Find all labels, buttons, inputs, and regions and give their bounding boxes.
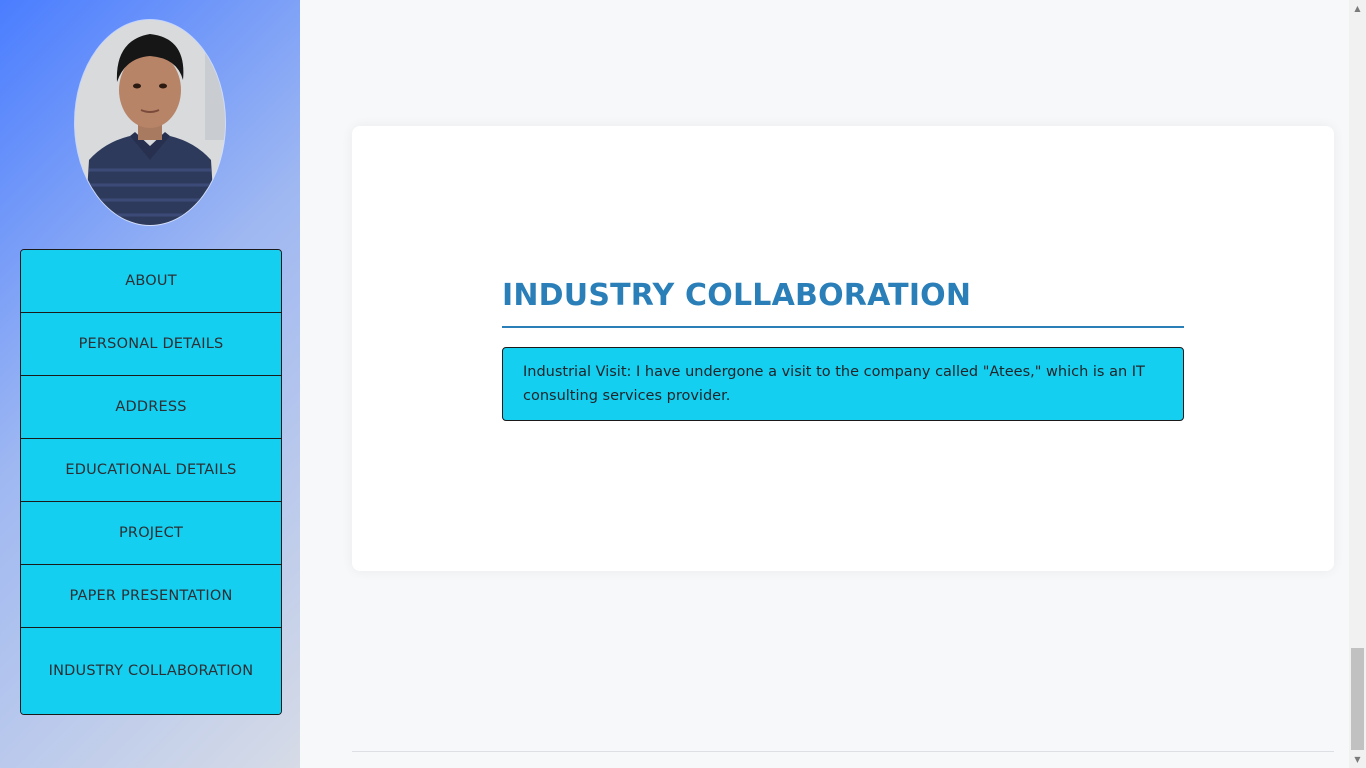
sidebar-item-label: PAPER PRESENTATION [69, 588, 233, 604]
profile-photo [75, 20, 225, 225]
sidebar-nav: ABOUT PERSONAL DETAILS ADDRESS EDUCATION… [20, 249, 282, 715]
scroll-up-icon[interactable]: ▲ [1349, 0, 1366, 17]
sidebar-item-label: ADDRESS [115, 399, 187, 415]
industrial-visit-box: Industrial Visit: I have undergone a vis… [502, 347, 1184, 421]
sidebar-item-label: INDUSTRY COLLABORATION [48, 663, 254, 679]
content-card: INDUSTRY COLLABORATION Industrial Visit:… [352, 126, 1334, 571]
sidebar-item-label: EDUCATIONAL DETAILS [65, 462, 237, 478]
sidebar-item-paper-presentation[interactable]: PAPER PRESENTATION [21, 565, 281, 628]
sidebar-item-label: ABOUT [125, 273, 177, 289]
sidebar-item-project[interactable]: PROJECT [21, 502, 281, 565]
scroll-down-icon[interactable]: ▼ [1349, 751, 1366, 768]
sidebar-item-address[interactable]: ADDRESS [21, 376, 281, 439]
scrollbar-thumb[interactable] [1351, 648, 1364, 750]
vertical-scrollbar[interactable]: ▲ ▼ [1349, 0, 1366, 768]
avatar [75, 20, 225, 225]
industrial-visit-text: Industrial Visit: I have undergone a vis… [523, 364, 1145, 404]
page: ABOUT PERSONAL DETAILS ADDRESS EDUCATION… [0, 0, 1366, 768]
sidebar-item-label: PERSONAL DETAILS [78, 336, 224, 352]
sidebar-item-about[interactable]: ABOUT [21, 250, 281, 313]
sidebar: ABOUT PERSONAL DETAILS ADDRESS EDUCATION… [0, 0, 300, 768]
sidebar-item-label: PROJECT [118, 525, 184, 541]
sidebar-item-industry-collaboration[interactable]: INDUSTRY COLLABORATION [21, 628, 281, 714]
sidebar-item-educational-details[interactable]: EDUCATIONAL DETAILS [21, 439, 281, 502]
section-title: INDUSTRY COLLABORATION [502, 276, 1184, 328]
footer-divider [352, 751, 1334, 752]
sidebar-item-personal-details[interactable]: PERSONAL DETAILS [21, 313, 281, 376]
